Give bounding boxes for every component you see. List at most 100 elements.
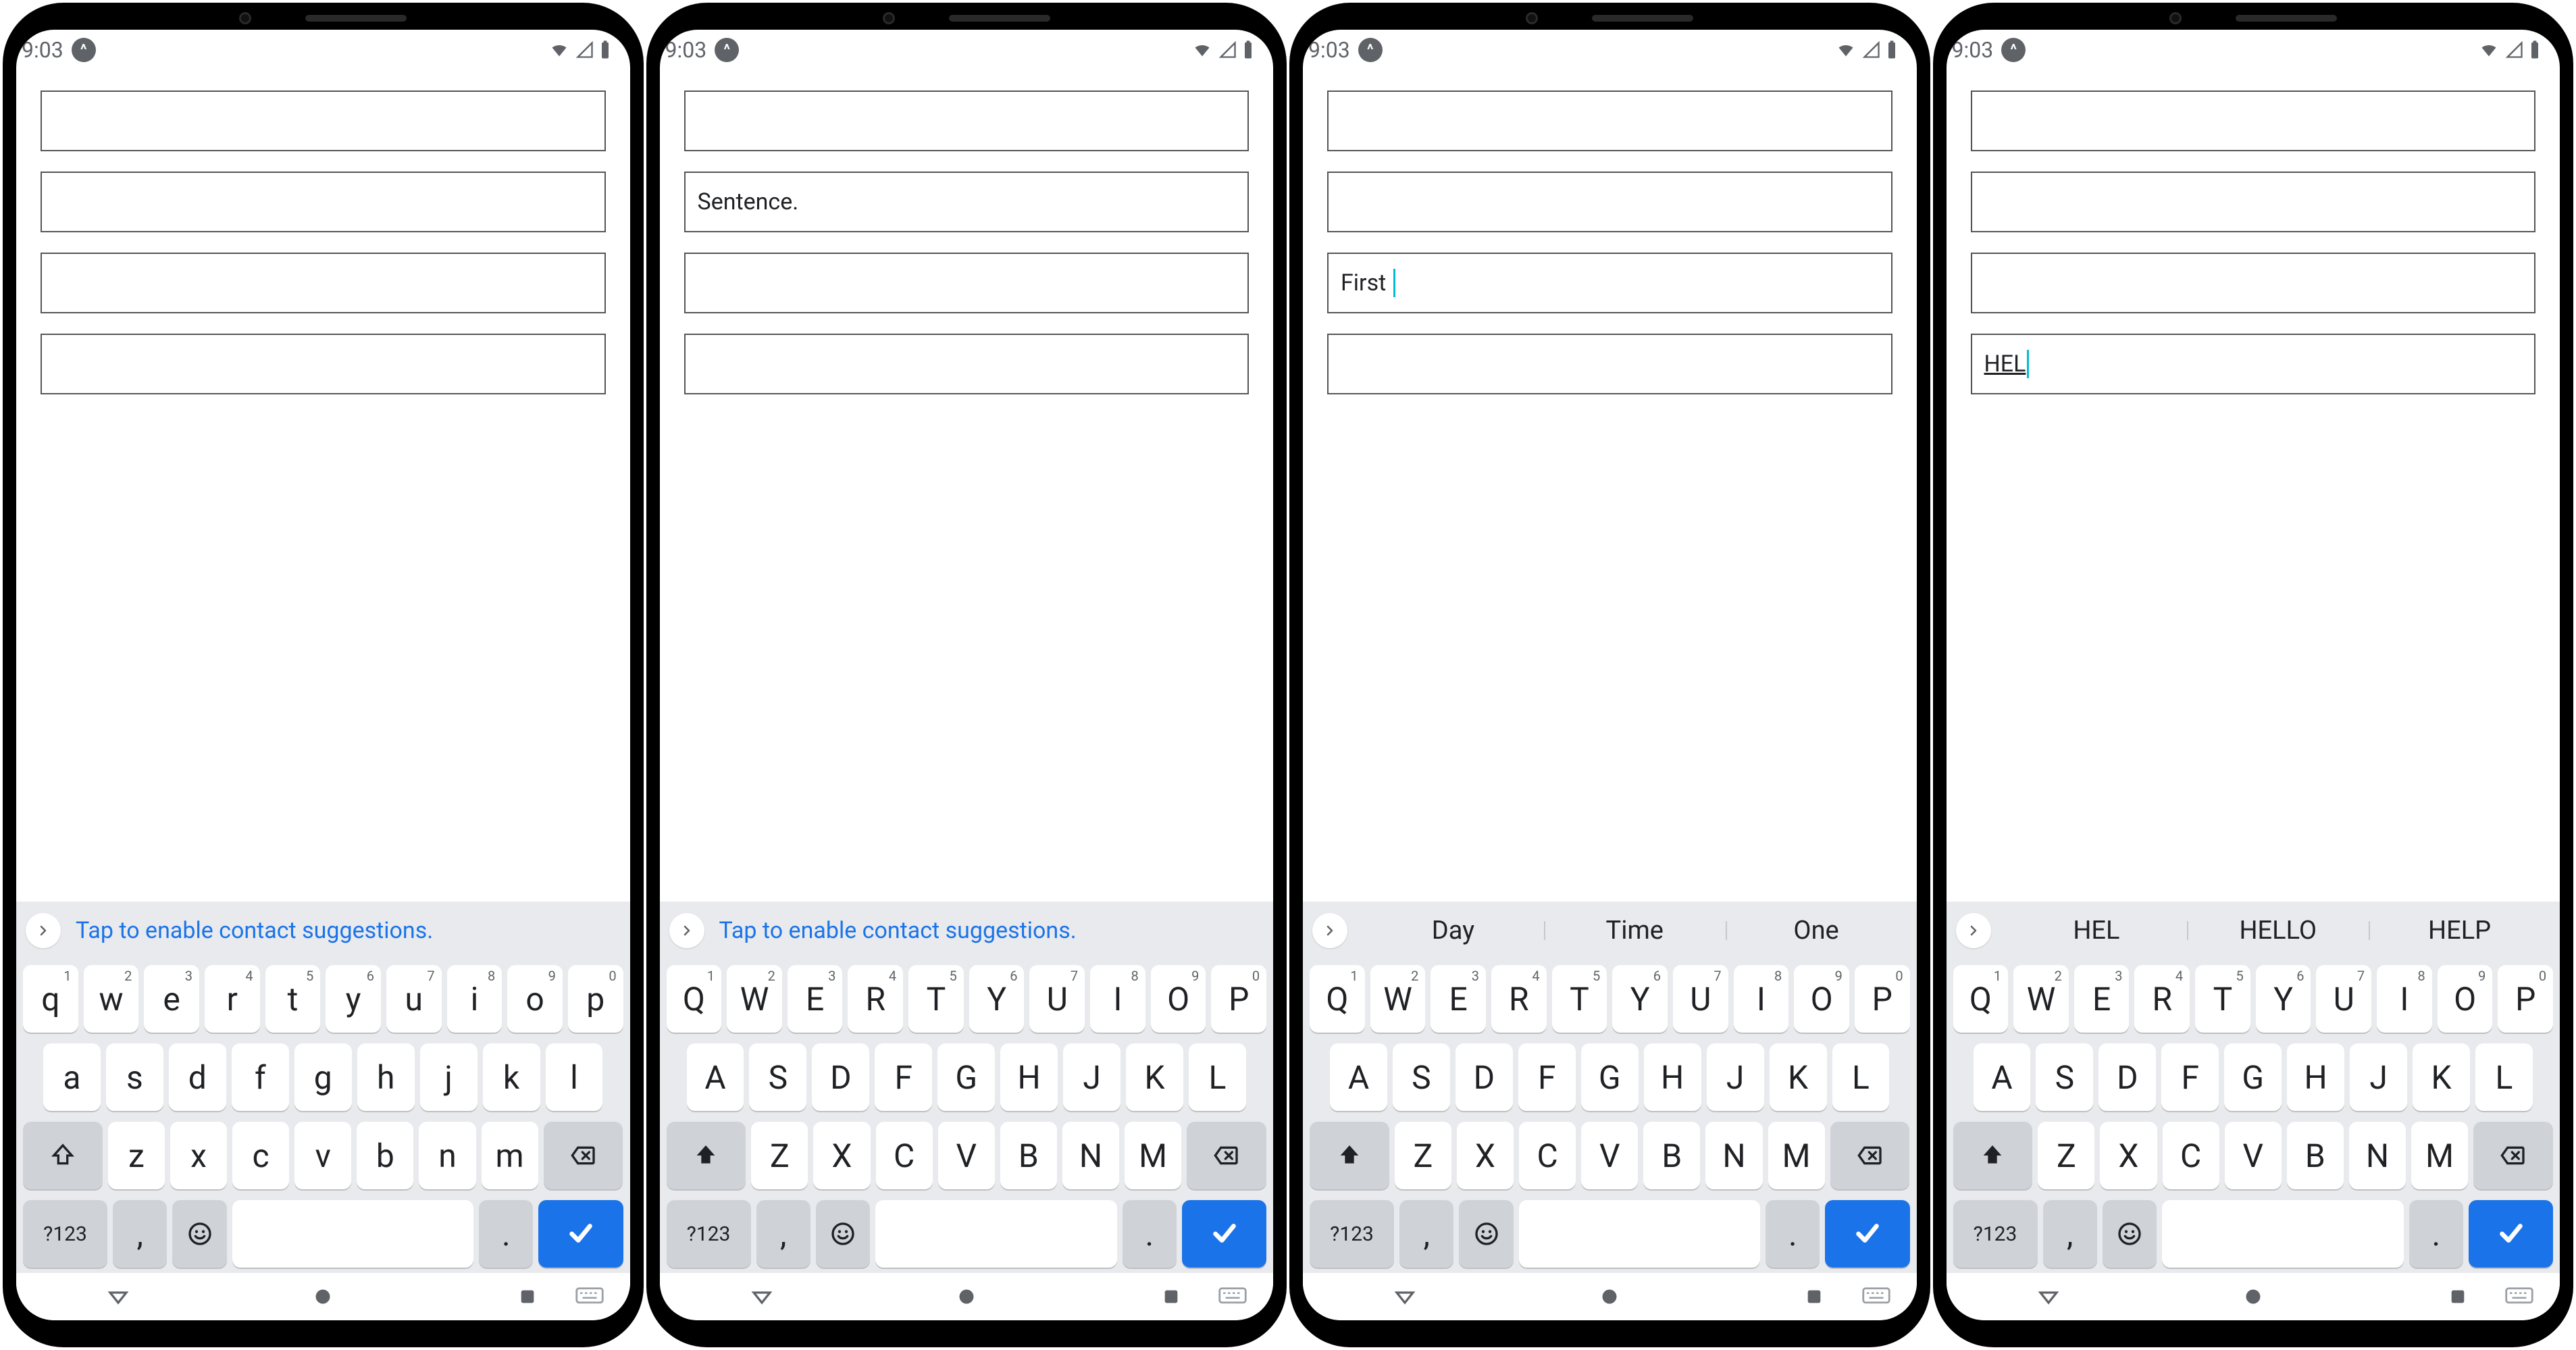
key-t[interactable]: 5T	[1552, 965, 1607, 1033]
key-a[interactable]: A	[1330, 1043, 1387, 1111]
key-w[interactable]: 2w	[84, 965, 139, 1033]
key-g[interactable]: G	[1581, 1043, 1639, 1111]
key-l[interactable]: L	[1832, 1043, 1890, 1111]
key-u[interactable]: 7U	[2316, 965, 2371, 1033]
key-d[interactable]: D	[1456, 1043, 1513, 1111]
suggestion-expand-button[interactable]	[1956, 913, 1991, 948]
key-p[interactable]: 0P	[1855, 965, 1910, 1033]
key-b[interactable]: B	[1000, 1122, 1057, 1189]
key-q[interactable]: 1Q	[1310, 965, 1365, 1033]
key-f[interactable]: F	[875, 1043, 932, 1111]
text-field-1[interactable]	[1971, 90, 2536, 151]
key-m[interactable]: M	[1768, 1122, 1825, 1189]
key-j[interactable]: J	[2350, 1043, 2407, 1111]
key-c[interactable]: C	[1519, 1122, 1576, 1189]
suggestion-word[interactable]: Time	[1544, 916, 1726, 945]
key-g[interactable]: g	[294, 1043, 352, 1111]
key-x[interactable]: X	[1457, 1122, 1514, 1189]
nav-home-button[interactable]	[2238, 1282, 2268, 1312]
backspace-key[interactable]	[544, 1122, 623, 1189]
nav-recent-button[interactable]	[1799, 1282, 1829, 1312]
key-y[interactable]: 6Y	[1612, 965, 1668, 1033]
key-x[interactable]: X	[813, 1122, 870, 1189]
key-w[interactable]: 2W	[2013, 965, 2069, 1033]
key-u[interactable]: 7U	[1673, 965, 1728, 1033]
key-o[interactable]: 9O	[2438, 965, 2493, 1033]
key-d[interactable]: D	[2098, 1043, 2156, 1111]
key-f[interactable]: F	[2161, 1043, 2219, 1111]
key-i[interactable]: 8I	[2377, 965, 2432, 1033]
enter-key[interactable]	[1182, 1200, 1266, 1268]
key-u[interactable]: 7u	[386, 965, 442, 1033]
key-o[interactable]: 9O	[1151, 965, 1206, 1033]
emoji-key[interactable]	[2103, 1200, 2157, 1268]
key-a[interactable]: A	[687, 1043, 744, 1111]
text-field-3[interactable]	[41, 253, 606, 313]
enter-key[interactable]	[2469, 1200, 2553, 1268]
symbols-key[interactable]: ?123	[23, 1200, 107, 1268]
key-k[interactable]: K	[1770, 1043, 1827, 1111]
key-o[interactable]: 9o	[507, 965, 563, 1033]
key-e[interactable]: 3E	[788, 965, 843, 1033]
comma-key[interactable]: ,	[756, 1200, 810, 1268]
text-field-1[interactable]	[684, 90, 1250, 151]
key-z[interactable]: z	[108, 1122, 165, 1189]
suggestion-word[interactable]: Day	[1362, 916, 1544, 945]
text-field-4[interactable]: HEL	[1971, 334, 2536, 394]
backspace-key[interactable]	[2473, 1122, 2553, 1189]
text-field-2[interactable]	[1971, 172, 2536, 232]
text-field-4[interactable]	[41, 334, 606, 394]
key-k[interactable]: K	[1126, 1043, 1183, 1111]
shift-key[interactable]	[1310, 1122, 1389, 1189]
key-v[interactable]: V	[2225, 1122, 2282, 1189]
key-z[interactable]: Z	[751, 1122, 808, 1189]
shift-key[interactable]	[667, 1122, 746, 1189]
key-r[interactable]: 4R	[848, 965, 903, 1033]
key-f[interactable]: f	[232, 1043, 289, 1111]
key-j[interactable]: J	[1707, 1043, 1764, 1111]
key-z[interactable]: Z	[2038, 1122, 2094, 1189]
space-key[interactable]	[875, 1200, 1116, 1268]
key-l[interactable]: l	[546, 1043, 603, 1111]
keyboard-switch-icon[interactable]	[1861, 1282, 1891, 1312]
nav-back-button[interactable]	[2034, 1282, 2063, 1312]
key-w[interactable]: 2W	[1370, 965, 1426, 1033]
comma-key[interactable]: ,	[1399, 1200, 1453, 1268]
suggestion-word[interactable]: HEL	[2006, 916, 2188, 945]
backspace-key[interactable]	[1187, 1122, 1266, 1189]
key-l[interactable]: L	[1189, 1043, 1246, 1111]
key-f[interactable]: F	[1518, 1043, 1576, 1111]
backspace-key[interactable]	[1830, 1122, 1910, 1189]
key-a[interactable]: A	[1974, 1043, 2031, 1111]
key-t[interactable]: 5T	[908, 965, 964, 1033]
text-field-4[interactable]	[1327, 334, 1892, 394]
key-x[interactable]: x	[170, 1122, 227, 1189]
suggestion-expand-button[interactable]	[669, 913, 704, 948]
key-k[interactable]: K	[2413, 1043, 2470, 1111]
key-k[interactable]: k	[483, 1043, 540, 1111]
text-field-3[interactable]	[684, 253, 1250, 313]
key-b[interactable]: B	[2287, 1122, 2344, 1189]
key-y[interactable]: 6Y	[969, 965, 1025, 1033]
text-field-2[interactable]	[1327, 172, 1892, 232]
key-i[interactable]: 8i	[447, 965, 503, 1033]
nav-recent-button[interactable]	[513, 1282, 542, 1312]
key-l[interactable]: L	[2475, 1043, 2533, 1111]
key-n[interactable]: n	[419, 1122, 475, 1189]
key-y[interactable]: 6y	[326, 965, 381, 1033]
key-c[interactable]: C	[876, 1122, 933, 1189]
key-p[interactable]: 0P	[2498, 965, 2553, 1033]
key-n[interactable]: N	[1705, 1122, 1762, 1189]
key-n[interactable]: N	[2349, 1122, 2406, 1189]
key-s[interactable]: S	[2036, 1043, 2093, 1111]
key-o[interactable]: 9O	[1794, 965, 1849, 1033]
symbols-key[interactable]: ?123	[1953, 1200, 2038, 1268]
comma-key[interactable]: ,	[113, 1200, 167, 1268]
key-v[interactable]: v	[294, 1122, 351, 1189]
key-j[interactable]: j	[420, 1043, 478, 1111]
space-key[interactable]	[1519, 1200, 1760, 1268]
period-key[interactable]: .	[1766, 1200, 1820, 1268]
key-h[interactable]: H	[1000, 1043, 1058, 1111]
key-a[interactable]: a	[43, 1043, 101, 1111]
key-u[interactable]: 7U	[1029, 965, 1085, 1033]
